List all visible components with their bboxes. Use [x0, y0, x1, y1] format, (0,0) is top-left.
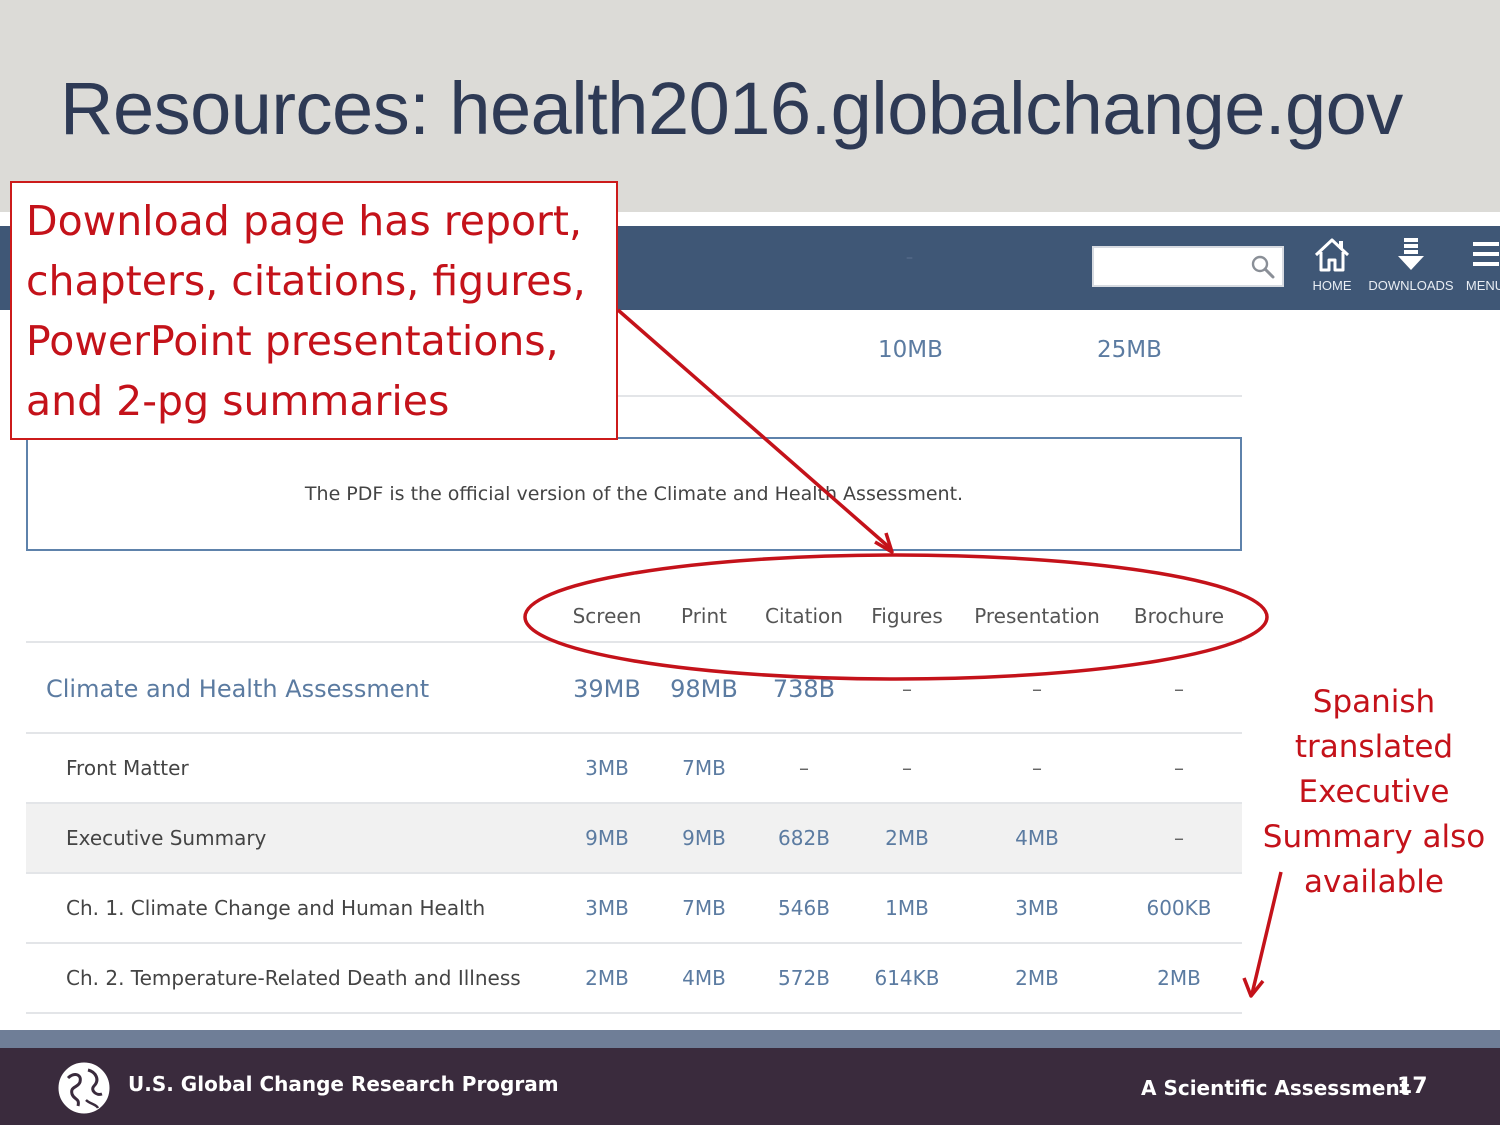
row-title[interactable]: Ch. 2. Temperature-Related Death and Ill… [66, 966, 521, 990]
footer-tagline: A Scientific Assessment [1141, 1076, 1410, 1100]
side-note: Spanish translated Executive Summary als… [1258, 680, 1490, 905]
globe-icon [57, 1061, 111, 1115]
empty-cell: – [902, 677, 912, 701]
nav-menu-button[interactable]: MENU [1440, 236, 1500, 300]
callout-line: Download page has report, [26, 197, 583, 245]
side-note-line: Executive [1298, 774, 1450, 810]
download-link[interactable]: 4MB [972, 826, 1102, 850]
callout-line: chapters, citations, figures, [26, 257, 586, 305]
nav-home-button[interactable]: HOME [1287, 236, 1377, 300]
download-link[interactable]: 3MB [972, 896, 1102, 920]
callout-text: Download page has report, chapters, cita… [26, 191, 586, 431]
download-link[interactable]: 2MB [972, 966, 1102, 990]
table-row: Front Matter 3MB 7MB – – – – [26, 734, 1242, 803]
arrow-head [1242, 977, 1265, 998]
nav-menu-label: MENU [1465, 278, 1500, 293]
slide-title: Resources: health2016.globalchange.gov [60, 67, 1403, 150]
empty-cell: – [902, 756, 912, 780]
row-title[interactable]: Ch. 1. Climate Change and Human Health [66, 896, 485, 920]
callout-line: PowerPoint presentations, [26, 317, 559, 365]
empty-cell: – [1032, 756, 1042, 780]
column-header-presentation: Presentation [974, 604, 1100, 628]
footer: U.S. Global Change Research Program A Sc… [0, 1048, 1500, 1125]
side-note-line: available [1304, 864, 1444, 900]
notice-text: The PDF is the official version of the C… [304, 483, 964, 505]
row-title[interactable]: Front Matter [66, 756, 189, 780]
page-number: 17 [1397, 1074, 1428, 1099]
home-icon [1314, 238, 1350, 272]
side-note-line: Summary also [1262, 819, 1486, 855]
column-header-figures: Figures [871, 604, 943, 628]
table-row: Climate and Health Assessment 39MB 98MB … [26, 643, 1242, 733]
row-divider [26, 1012, 1242, 1014]
empty-cell: – [1174, 826, 1184, 850]
size-link-10mb[interactable]: 10MB [878, 337, 943, 363]
menu-icon [1473, 242, 1499, 266]
footer-org: U.S. Global Change Research Program [128, 1072, 559, 1096]
table-row: Executive Summary 9MB 9MB 682B 2MB 4MB – [26, 804, 1242, 873]
notice-box: The PDF is the official version of the C… [26, 437, 1242, 551]
download-link[interactable]: 2MB [1114, 966, 1244, 990]
empty-cell: – [1032, 677, 1042, 701]
size-link-25mb[interactable]: 25MB [1097, 337, 1162, 363]
callout-box: Download page has report, chapters, cita… [10, 181, 618, 440]
download-link[interactable]: 614KB [842, 966, 972, 990]
side-note-line: Spanish [1312, 684, 1436, 720]
download-link[interactable]: 1MB [842, 896, 972, 920]
download-link[interactable]: 2MB [842, 826, 972, 850]
search-icon[interactable] [1250, 254, 1276, 280]
empty-cell: – [1174, 756, 1184, 780]
empty-cell: – [1174, 677, 1184, 701]
callout-line: and 2-pg summaries [26, 377, 450, 425]
footer-strip [0, 1030, 1500, 1048]
column-header-brochure: Brochure [1133, 604, 1225, 628]
row-title-link[interactable]: Climate and Health Assessment [46, 675, 429, 703]
nav-home-label: HOME [1312, 278, 1352, 293]
row-title[interactable]: Executive Summary [66, 826, 266, 850]
search-input[interactable] [1092, 246, 1284, 287]
side-note-line: translated [1294, 729, 1454, 765]
download-link[interactable]: 600KB [1114, 896, 1244, 920]
table-row: Ch. 2. Temperature-Related Death and Ill… [26, 944, 1242, 1013]
divider [600, 395, 1242, 397]
download-icon [1398, 238, 1424, 270]
table-row: Ch. 1. Climate Change and Human Health 3… [26, 874, 1242, 943]
nav-divider: – [906, 250, 913, 266]
